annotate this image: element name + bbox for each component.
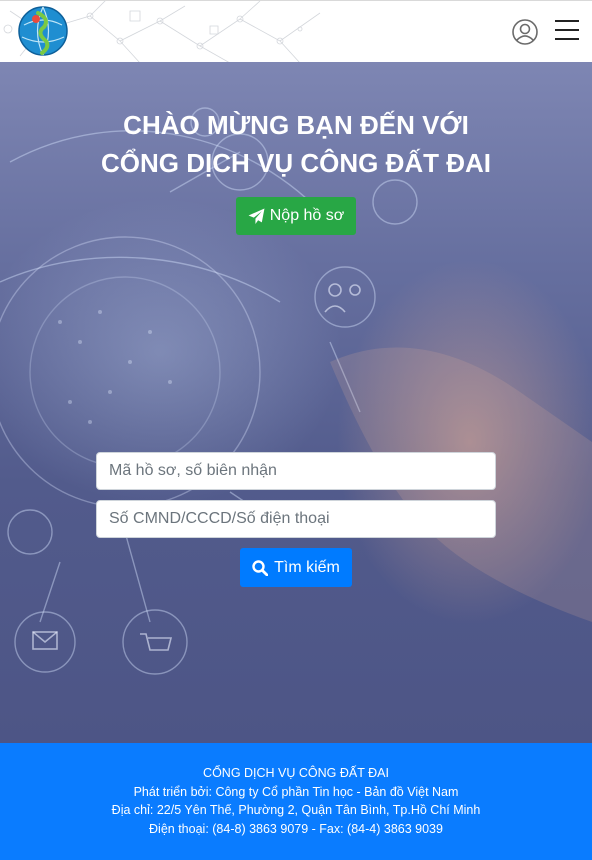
search-icon [252,559,269,576]
footer-address: Địa chỉ: 22/5 Yên Thế, Phường 2, Quận Tâ… [111,803,481,817]
hero-section: CHÀO MỪNG BẠN ĐẾN VỚI CỔNG DỊCH VỤ CÔNG … [0,62,592,743]
footer-developer: Phát triển bởi: Công ty Cổ phần Tin học … [133,784,459,799]
submit-dossier-label: Nộp hồ sơ [269,207,345,224]
welcome-title-line2: CỔNG DỊCH VỤ CÔNG ĐẤT ĐAI [101,148,491,178]
search-button-label: Tìm kiếm [274,558,340,576]
paper-plane-icon [248,208,265,224]
id-phone-input[interactable] [96,500,496,538]
footer: CỔNG DỊCH VỤ CÔNG ĐẤT ĐAI Phát triển bởi… [0,743,592,860]
top-header [0,0,592,62]
search-button[interactable]: Tìm kiếm [240,548,352,587]
globe-logo-icon[interactable] [14,5,72,57]
footer-contact: Điện thoại: (84-8) 3863 9079 - Fax: (84-… [149,821,443,836]
user-circle-icon[interactable] [511,18,539,46]
welcome-title-line1: CHÀO MỪNG BẠN ĐẾN VỚI [123,110,469,140]
welcome-title: CHÀO MỪNG BẠN ĐẾN VỚI CỔNG DỊCH VỤ CÔNG … [0,106,592,182]
hamburger-menu-icon[interactable] [555,20,579,42]
submit-dossier-button[interactable]: Nộp hồ sơ [236,197,356,235]
footer-portal-name: CỔNG DỊCH VỤ CÔNG ĐẤT ĐAI [203,766,389,780]
dossier-code-input[interactable] [96,452,496,490]
